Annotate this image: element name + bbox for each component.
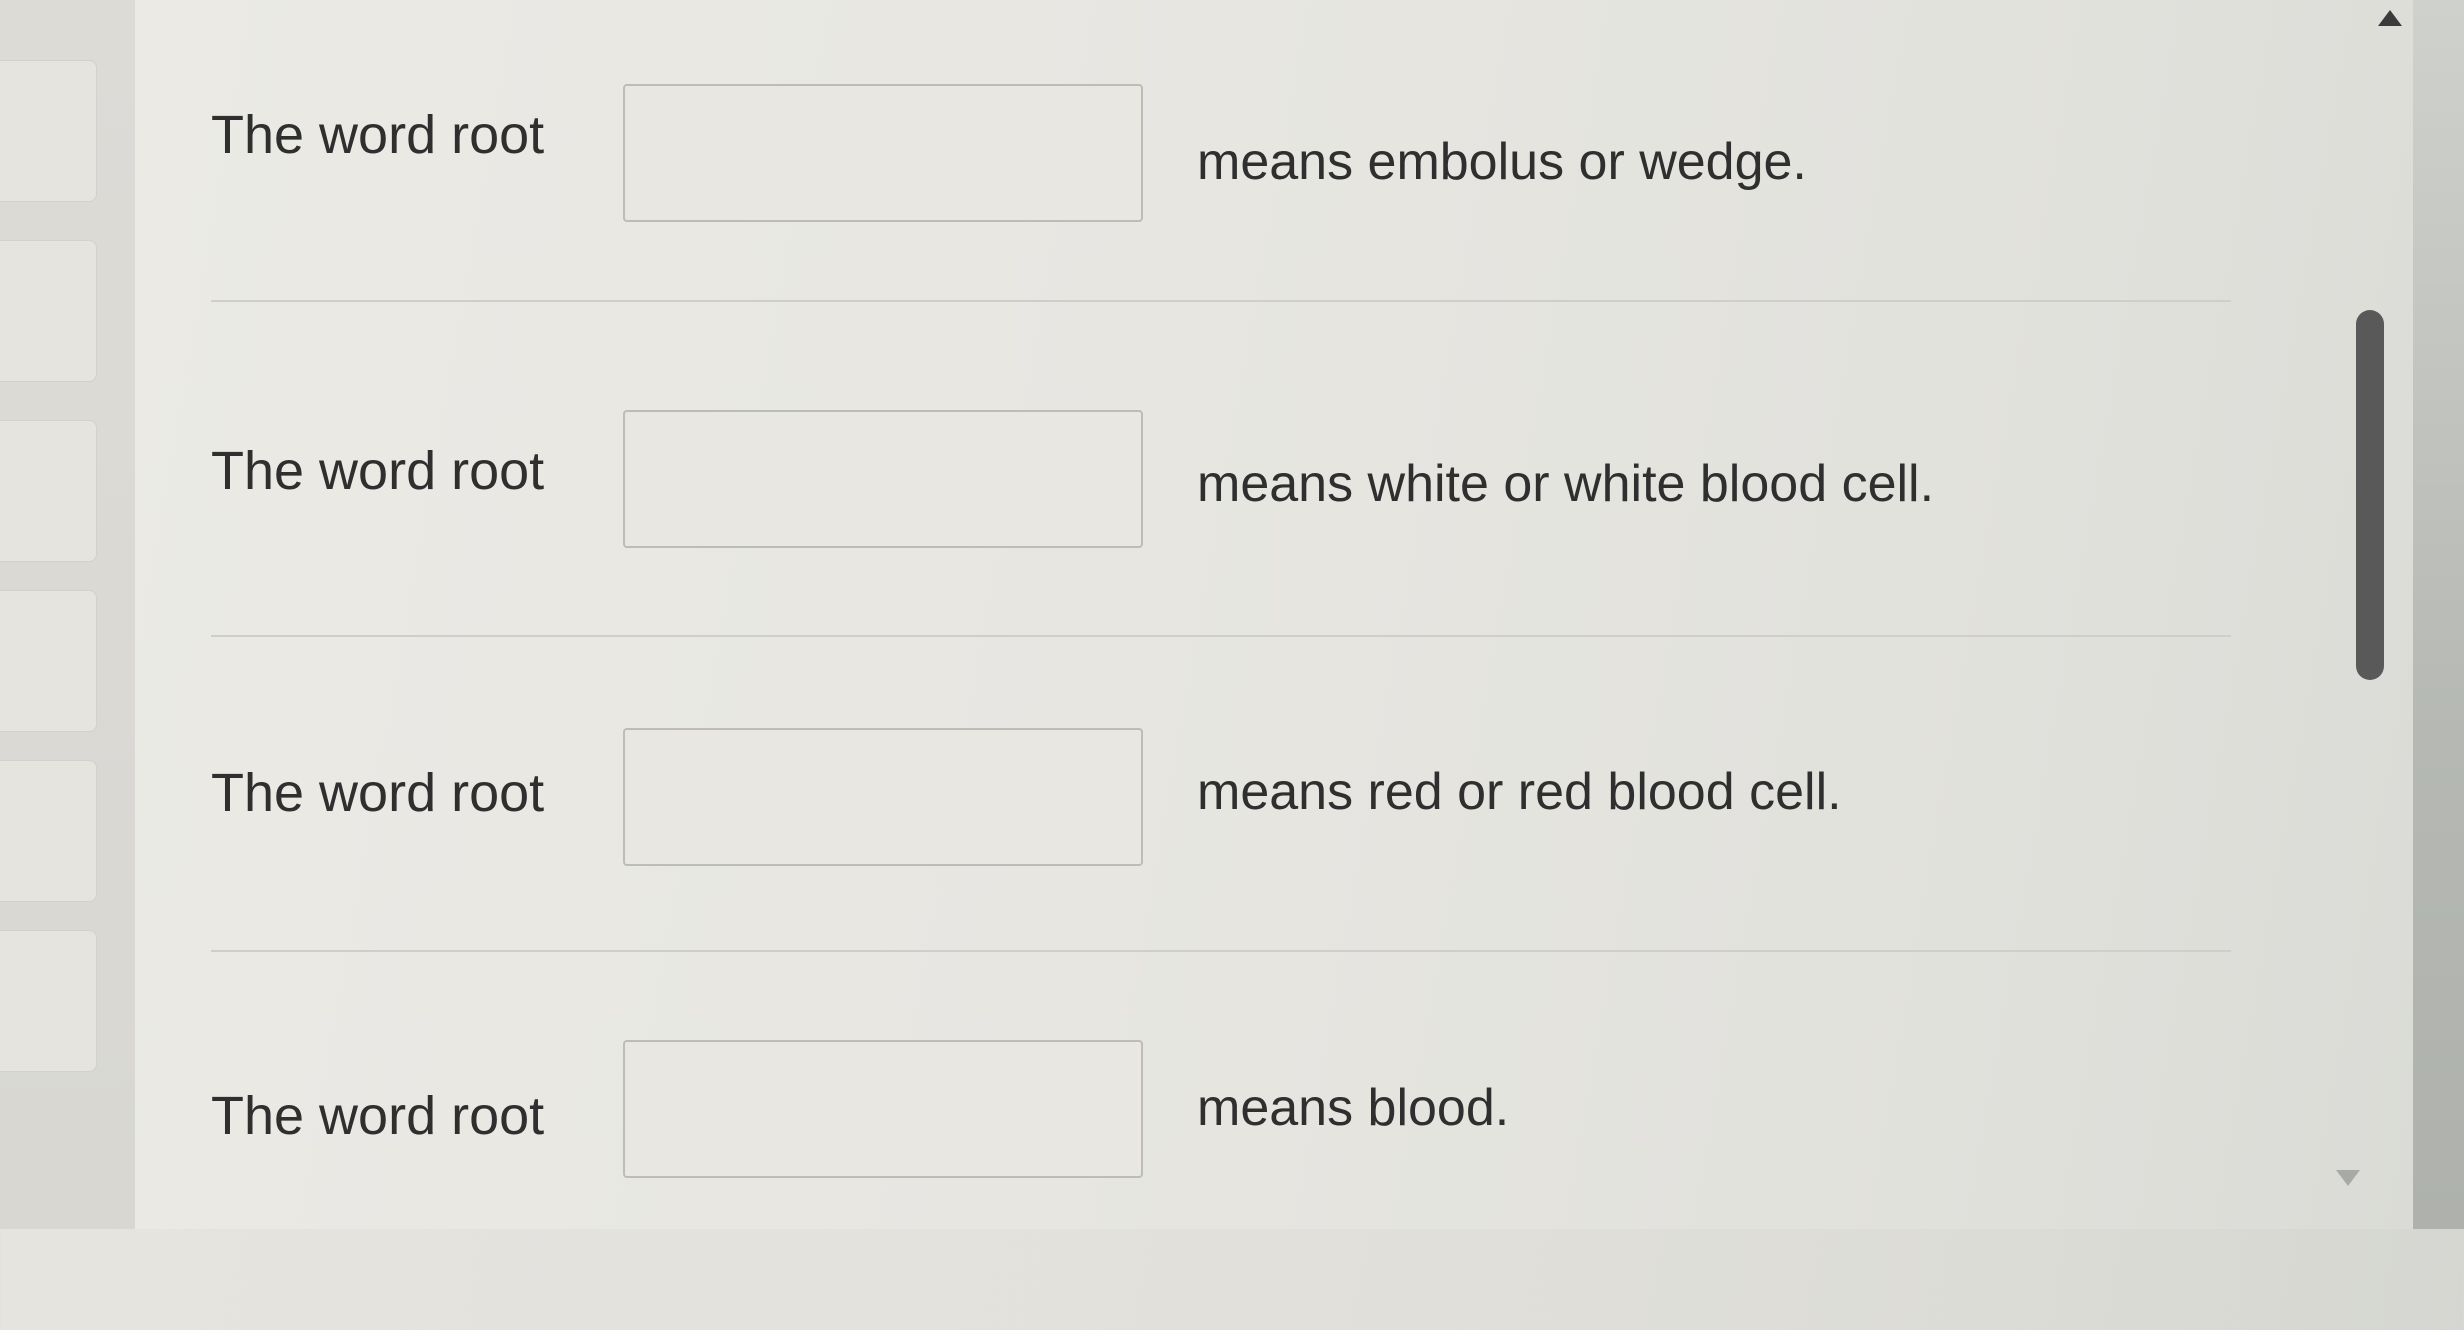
question-lead: The word root <box>211 763 545 823</box>
question-row: The word root means white or white blood… <box>135 380 2235 700</box>
question-tail: means embolus or wedge. <box>1197 133 1807 191</box>
side-card[interactable] <box>0 60 97 202</box>
row-divider <box>211 950 2231 952</box>
side-card[interactable] <box>0 930 97 1072</box>
window-edge <box>2413 0 2464 1229</box>
scrollbar-thumb[interactable] <box>2356 310 2384 680</box>
side-card[interactable] <box>0 420 97 562</box>
question-row: The word root means embolus or wedge. <box>135 60 2235 380</box>
side-card[interactable] <box>0 590 97 732</box>
question-lead: The word root <box>211 105 545 165</box>
side-card[interactable] <box>0 240 97 382</box>
question-tail: means white or white blood cell. <box>1197 455 1935 513</box>
side-panel <box>0 0 135 1229</box>
answer-input[interactable] <box>623 410 1143 548</box>
answer-input[interactable] <box>623 728 1143 866</box>
question-row: The word root means blood. <box>135 1010 2235 1330</box>
question-lead: The word root <box>211 441 545 501</box>
row-divider <box>211 635 2231 637</box>
answer-input[interactable] <box>623 1040 1143 1178</box>
question-tail: means blood. <box>1197 1079 1510 1137</box>
question-lead: The word root <box>211 1086 545 1146</box>
question-row: The word root means red or red blood cel… <box>135 700 2235 1020</box>
question-panel: The word root means embolus or wedge. Th… <box>135 0 2413 1229</box>
arrow-up-icon[interactable] <box>2378 10 2402 26</box>
arrow-down-icon[interactable] <box>2336 1170 2360 1186</box>
question-tail: means red or red blood cell. <box>1197 763 1842 821</box>
row-divider <box>211 300 2231 302</box>
side-card[interactable] <box>0 760 97 902</box>
answer-input[interactable] <box>623 84 1143 222</box>
